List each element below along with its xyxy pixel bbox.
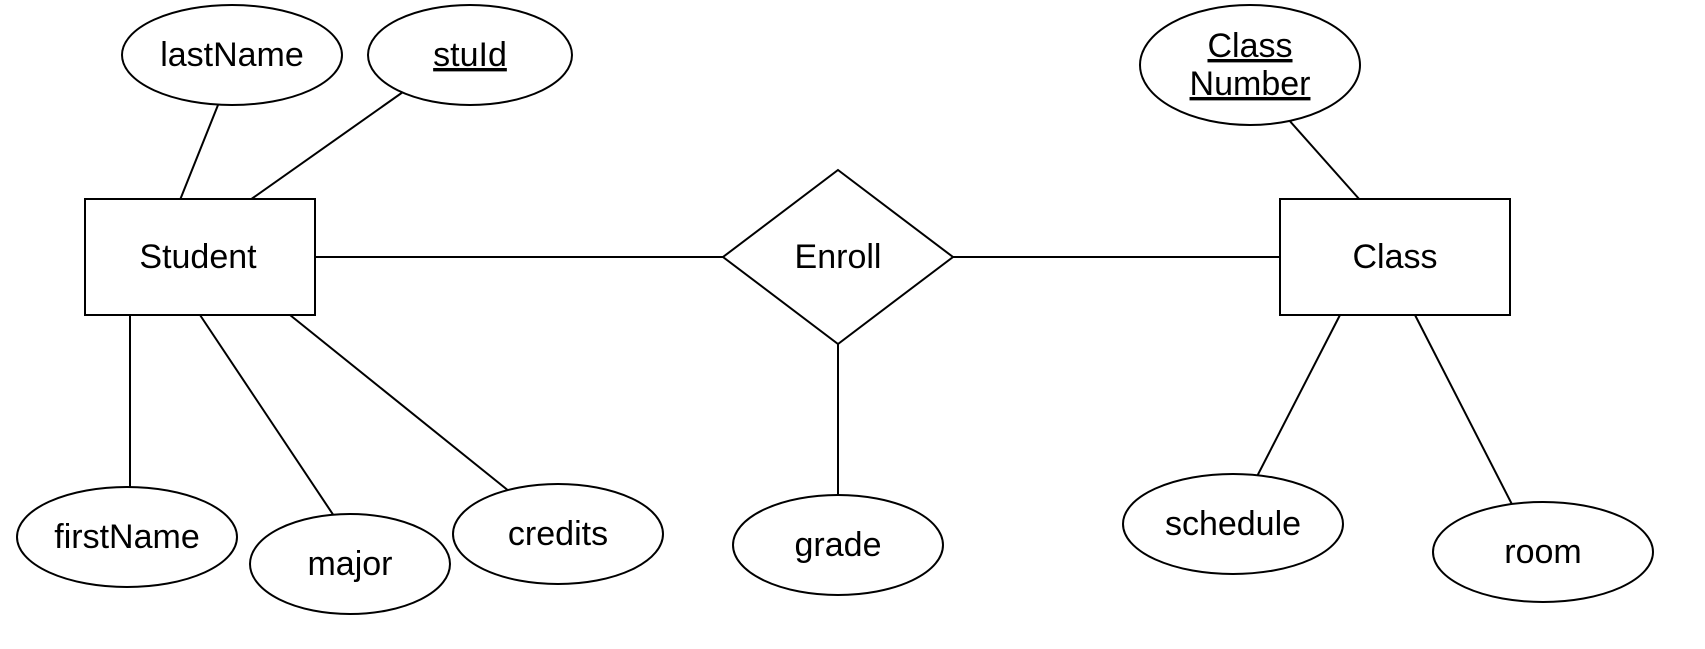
- relationship-enroll-label: Enroll: [795, 238, 882, 276]
- edge-class-schedule: [1250, 315, 1340, 490]
- attr-major-label: major: [307, 545, 392, 583]
- attr-lastname-label: lastName: [160, 36, 304, 74]
- attr-classnumber-label-l1: Class: [1207, 27, 1292, 65]
- attr-classnumber-label-l2: Number: [1190, 65, 1311, 103]
- er-diagram: Student Class Enroll lastName stuId firs…: [0, 0, 1705, 649]
- attr-schedule-label: schedule: [1165, 505, 1301, 543]
- attr-firstname-label: firstName: [54, 518, 199, 556]
- attr-stuid-label: stuId: [433, 36, 507, 74]
- attr-grade-label: grade: [795, 526, 882, 564]
- edge-class-room: [1415, 315, 1520, 520]
- attr-credits-label: credits: [508, 515, 608, 553]
- entity-student-label: Student: [139, 238, 257, 276]
- edge-student-major: [200, 315, 350, 540]
- entity-class-label: Class: [1352, 238, 1437, 276]
- edge-student-credits: [290, 315, 520, 500]
- attr-room-label: room: [1504, 533, 1581, 571]
- edge-class-classnumber: [1280, 110, 1360, 200]
